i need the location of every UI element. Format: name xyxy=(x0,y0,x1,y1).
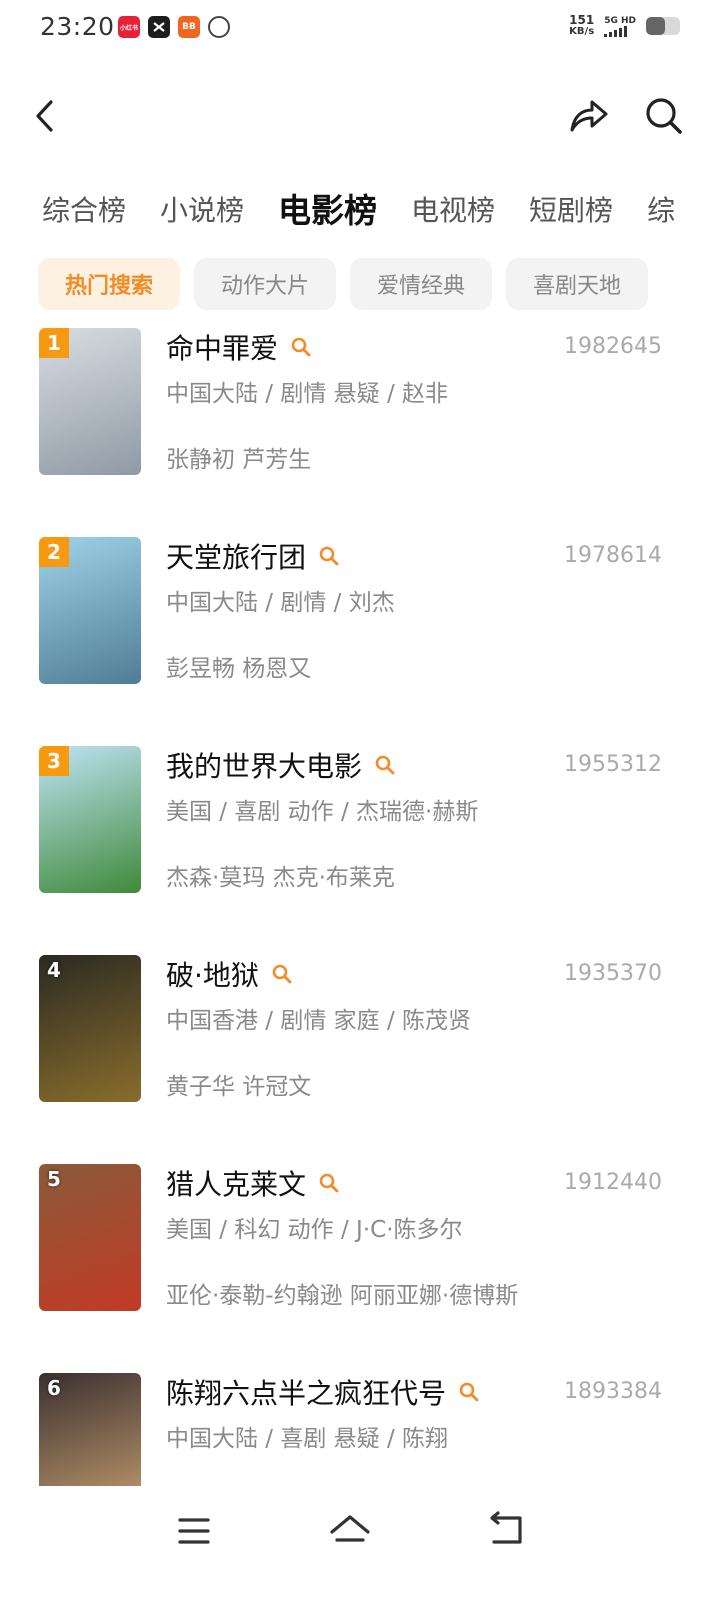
movie-title-row: 天堂旅行团 xyxy=(166,535,340,577)
movie-cast: 彭昱畅 杨恩又 xyxy=(166,656,312,682)
system-nav-bar xyxy=(0,1486,720,1612)
search-icon xyxy=(646,98,682,134)
xiaohongshu-icon: 小红书 xyxy=(118,16,140,38)
capcut-icon xyxy=(148,16,170,38)
menu-icon xyxy=(178,1518,210,1544)
share-arrow-icon xyxy=(570,100,608,132)
search-icon[interactable] xyxy=(318,545,340,567)
movie-title[interactable]: 我的世界大电影 xyxy=(166,745,362,785)
status-app-icons: 小红书 BB xyxy=(118,16,230,38)
search-icon[interactable] xyxy=(290,336,312,358)
ranking-category-tabs: 综合榜 小说榜 电影榜 电视榜 短剧榜 综 xyxy=(42,188,720,238)
rank-badge: 1 xyxy=(39,328,69,358)
movie-poster[interactable]: 2 xyxy=(39,537,141,684)
movie-title[interactable]: 天堂旅行团 xyxy=(166,536,306,576)
list-item[interactable]: 5 猎人克莱文 1912440 美国 / 科幻 动作 / J·C·陈多尔 亚伦·… xyxy=(0,1162,720,1371)
back-nav-button[interactable] xyxy=(476,1508,536,1554)
tab-movie[interactable]: 电影榜 xyxy=(278,188,377,238)
tab-overall[interactable]: 综合榜 xyxy=(42,188,126,238)
filter-chips: 热门搜索 动作大片 爱情经典 喜剧天地 xyxy=(38,258,648,310)
ring-app-icon xyxy=(208,16,230,38)
rank-badge: 3 xyxy=(39,746,69,776)
signal-indicator: 5G HD xyxy=(604,16,636,37)
network-speed: 151 KB/s xyxy=(569,13,595,37)
movie-title-row: 破·地狱 xyxy=(166,953,293,995)
movie-poster[interactable]: 1 xyxy=(39,328,141,475)
back-button[interactable] xyxy=(26,94,70,138)
movie-meta: 美国 / 科幻 动作 / J·C·陈多尔 xyxy=(166,1217,463,1243)
signal-bars-icon xyxy=(604,25,636,37)
battery-level xyxy=(646,17,665,35)
movie-poster[interactable]: 3 xyxy=(39,746,141,893)
list-item[interactable]: 1 命中罪爱 1982645 中国大陆 / 剧情 悬疑 / 赵非 张静初 芦芳生 xyxy=(0,326,720,535)
search-icon[interactable] xyxy=(271,963,293,985)
status-time: 23:20 xyxy=(40,12,115,41)
search-count: 1935370 xyxy=(564,961,662,986)
tab-tv[interactable]: 电视榜 xyxy=(411,188,495,238)
tab-variety[interactable]: 综 xyxy=(647,188,675,238)
search-count: 1893384 xyxy=(564,1379,662,1404)
movie-title-row: 陈翔六点半之疯狂代号 xyxy=(166,1371,480,1413)
chip-hot-search[interactable]: 热门搜索 xyxy=(38,258,180,310)
movie-cast: 黄子华 许冠文 xyxy=(166,1074,312,1100)
movie-cast: 张静初 芦芳生 xyxy=(166,447,312,473)
movie-title-row: 命中罪爱 xyxy=(166,326,312,368)
chip-romance[interactable]: 爱情经典 xyxy=(350,258,492,310)
battery-icon xyxy=(646,17,680,35)
search-count: 1955312 xyxy=(564,752,662,777)
movie-title[interactable]: 命中罪爱 xyxy=(166,327,278,367)
movie-title[interactable]: 陈翔六点半之疯狂代号 xyxy=(166,1372,446,1412)
movie-ranking-list: 1 命中罪爱 1982645 中国大陆 / 剧情 悬疑 / 赵非 张静初 芦芳生… xyxy=(0,326,720,1486)
movie-poster[interactable]: 4 xyxy=(39,955,141,1102)
search-icon[interactable] xyxy=(458,1381,480,1403)
search-icon[interactable] xyxy=(374,754,396,776)
menu-button[interactable] xyxy=(164,1508,224,1554)
back-icon xyxy=(490,1511,522,1544)
movie-meta: 中国香港 / 剧情 家庭 / 陈茂贤 xyxy=(166,1008,472,1034)
movie-meta: 中国大陆 / 剧情 / 刘杰 xyxy=(166,590,395,616)
movie-meta: 美国 / 喜剧 动作 / 杰瑞德·赫斯 xyxy=(166,799,479,825)
orange-app-icon: BB xyxy=(178,16,200,38)
movie-title-row: 猎人克莱文 xyxy=(166,1162,340,1204)
search-button[interactable] xyxy=(642,94,686,138)
list-item[interactable]: 3 我的世界大电影 1955312 美国 / 喜剧 动作 / 杰瑞德·赫斯 杰森… xyxy=(0,744,720,953)
rank-badge: 5 xyxy=(47,1167,61,1191)
status-bar: 23:20 小红书 BB 151 KB/s 5G HD xyxy=(0,0,720,56)
movie-meta: 中国大陆 / 剧情 悬疑 / 赵非 xyxy=(166,381,449,407)
movie-meta: 中国大陆 / 喜剧 悬疑 / 陈翔 xyxy=(166,1426,449,1452)
list-item[interactable]: 6 陈翔六点半之疯狂代号 1893384 中国大陆 / 喜剧 悬疑 / 陈翔 xyxy=(0,1371,720,1486)
movie-cast: 亚伦·泰勒-约翰逊 阿丽亚娜·德博斯 xyxy=(166,1283,519,1309)
movie-poster[interactable]: 5 xyxy=(39,1164,141,1311)
list-item[interactable]: 4 破·地狱 1935370 中国香港 / 剧情 家庭 / 陈茂贤 黄子华 许冠… xyxy=(0,953,720,1162)
movie-title[interactable]: 猎人克莱文 xyxy=(166,1163,306,1203)
search-count: 1912440 xyxy=(564,1170,662,1195)
movie-cast: 杰森·莫玛 杰克·布莱克 xyxy=(166,865,395,891)
search-count: 1982645 xyxy=(564,334,662,359)
home-icon xyxy=(330,1515,370,1542)
home-button[interactable] xyxy=(320,1508,380,1554)
list-item[interactable]: 2 天堂旅行团 1978614 中国大陆 / 剧情 / 刘杰 彭昱畅 杨恩又 xyxy=(0,535,720,744)
rank-badge: 2 xyxy=(39,537,69,567)
chevron-left-icon xyxy=(36,100,53,132)
chip-action[interactable]: 动作大片 xyxy=(194,258,336,310)
tab-novel[interactable]: 小说榜 xyxy=(160,188,244,238)
header xyxy=(0,80,720,152)
movie-title[interactable]: 破·地狱 xyxy=(166,954,259,994)
search-count: 1978614 xyxy=(564,543,662,568)
tab-short-drama[interactable]: 短剧榜 xyxy=(529,188,613,238)
chip-comedy[interactable]: 喜剧天地 xyxy=(506,258,648,310)
movie-title-row: 我的世界大电影 xyxy=(166,744,396,786)
movie-poster[interactable]: 6 xyxy=(39,1373,141,1486)
share-button[interactable] xyxy=(566,94,610,138)
search-icon[interactable] xyxy=(318,1172,340,1194)
rank-badge: 6 xyxy=(47,1376,61,1400)
rank-badge: 4 xyxy=(47,958,61,982)
status-indicators: 151 KB/s 5G HD xyxy=(569,14,680,38)
